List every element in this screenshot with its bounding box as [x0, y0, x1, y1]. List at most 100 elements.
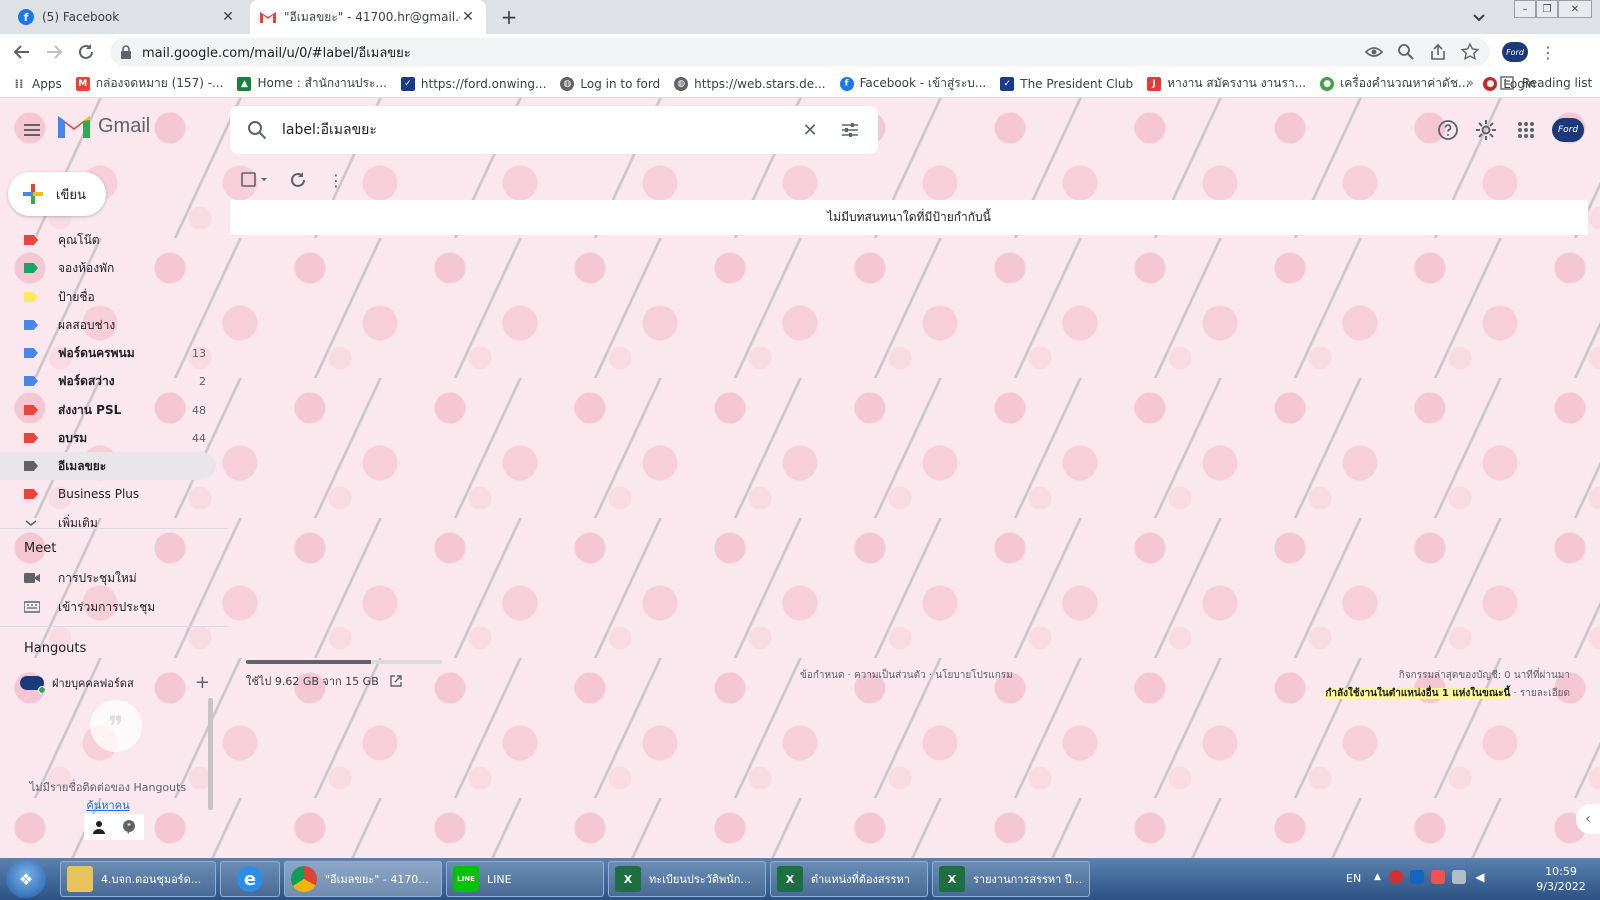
bookmark-item[interactable]: ⁞⁞ Apps: [12, 77, 61, 91]
tab-gmail[interactable]: "อีเมลขยะ" - 41700.hr@gmail.com ✕: [250, 0, 486, 34]
clear-search-icon[interactable]: ✕: [798, 118, 822, 142]
bookmark-star-icon[interactable]: [1460, 42, 1480, 62]
search-options-icon[interactable]: [838, 118, 862, 142]
zoom-icon[interactable]: [1396, 42, 1416, 62]
lock-icon[interactable]: [120, 45, 132, 59]
hangouts-chat-icon[interactable]: ❞: [122, 820, 136, 834]
network-tray-icon[interactable]: [1451, 870, 1466, 884]
forward-arrow-icon[interactable]: [44, 42, 64, 62]
close-window-icon[interactable]: ✕: [1558, 0, 1592, 18]
unread-count: 2: [199, 374, 206, 388]
facebook-icon: f: [839, 76, 854, 91]
bookmark-item[interactable]: ◍ Log in to ford: [560, 76, 660, 91]
hangouts-scrollbar[interactable]: [208, 698, 213, 810]
sidebar-more-button[interactable]: เพิ่มเติม: [0, 509, 216, 537]
sidebar-label-item[interactable]: จองห้องพัก: [0, 254, 216, 282]
new-meeting-button[interactable]: การประชุมใหม่: [0, 564, 216, 592]
gmail-logo[interactable]: Gmail: [58, 114, 150, 138]
compose-button[interactable]: เขียน: [8, 172, 106, 216]
person-icon[interactable]: [92, 820, 106, 834]
profile-avatar[interactable]: Ford: [1502, 42, 1528, 62]
minimize-window-icon[interactable]: –: [1514, 0, 1536, 18]
add-contact-icon[interactable]: +: [195, 672, 210, 693]
bookmark-item[interactable]: M กล่องจดหมาย (157) -...: [75, 74, 223, 93]
help-icon[interactable]: [1436, 118, 1460, 142]
reload-icon[interactable]: [76, 42, 96, 62]
sidebar-label-item[interactable]: คุณโน๊ต: [0, 226, 216, 254]
search-input[interactable]: label:อีเมลขยะ: [282, 119, 798, 141]
bookmark-item[interactable]: ✓ https://ford.onwing...: [400, 76, 546, 91]
back-arrow-icon[interactable]: [12, 42, 32, 62]
bookmark-item[interactable]: ▲ Home : สำนักงานประ...: [237, 74, 387, 93]
excel-icon: X: [777, 866, 803, 892]
volume-icon[interactable]: ◀: [1473, 870, 1487, 884]
settings-gear-icon[interactable]: [1474, 118, 1498, 142]
footer-policy-links[interactable]: ข้อกำหนด · ความเป็นส่วนตัว · นโยบายโปรแก…: [800, 668, 1013, 683]
show-hidden-icons-icon[interactable]: ▲: [1374, 872, 1381, 882]
details-link[interactable]: · รายละเอียด: [1510, 688, 1571, 699]
join-meeting-button[interactable]: เข้าร่วมการประชุม: [0, 593, 216, 621]
bookmark-item[interactable]: ✓ The President Club: [1000, 76, 1133, 91]
hangouts-bottom-bar: ❞: [84, 814, 144, 840]
main-menu-icon[interactable]: [20, 118, 44, 142]
login-site-icon: ●: [1483, 76, 1498, 91]
external-link-icon[interactable]: [389, 674, 403, 688]
mail-search-bar[interactable]: label:อีเมลขยะ ✕: [230, 106, 878, 154]
antivirus-tray-icon[interactable]: [1388, 870, 1403, 884]
windows-taskbar: ❖ 4.บจก.ดอนชุมอร์ด... e "อีเมลขยะ" - 417…: [0, 858, 1600, 900]
taskbar-item-chrome[interactable]: "อีเมลขยะ" - 4170...: [284, 861, 442, 897]
start-button[interactable]: ❖: [6, 860, 46, 898]
browser-toolbar: mail.google.com/mail/u/0/#label/อีเมลขยะ…: [0, 34, 1600, 70]
storage-usage-text: ใช้ไป 9.62 GB จาก 15 GB: [246, 675, 379, 688]
sidebar-label-item[interactable]: ฟอร์ดนครพนม 13: [0, 339, 216, 367]
storage-meter: ใช้ไป 9.62 GB จาก 15 GB: [246, 660, 442, 690]
taskbar-item-excel[interactable]: X ตำแหน่งที่ต้องสรรหา: [770, 861, 928, 897]
tab-facebook[interactable]: f (5) Facebook ✕: [8, 0, 246, 34]
excel-icon: X: [939, 866, 965, 892]
bookmark-item[interactable]: ● เครื่องคำนวณหาค่าดัช...: [1320, 74, 1469, 93]
find-people-link[interactable]: ค้นหาคน: [0, 796, 216, 814]
more-bookmarks-button[interactable]: »: [1466, 76, 1474, 91]
sidebar-label-item[interactable]: Business Plus: [0, 480, 216, 508]
select-all-checkbox-icon[interactable]: [240, 170, 270, 190]
side-panel-toggle-icon[interactable]: ‹: [1576, 804, 1600, 834]
hangouts-contact[interactable]: ฝ่ายบุคคลฟอร์ดส +: [20, 672, 210, 694]
label-tag-icon: [24, 263, 38, 273]
share-icon[interactable]: [1428, 42, 1448, 62]
taskbar-clock[interactable]: 10:59 9/3/2022: [1526, 864, 1596, 894]
sidebar-label-item-selected[interactable]: อีเมลขยะ: [0, 452, 216, 480]
close-tab-icon[interactable]: ✕: [460, 9, 476, 25]
restore-window-icon[interactable]: ❐: [1536, 0, 1558, 18]
sidebar-label-item[interactable]: อบรม 44: [0, 424, 216, 452]
address-bar[interactable]: mail.google.com/mail/u/0/#label/อีเมลขยะ: [110, 38, 1490, 66]
sidebar-label-item[interactable]: ส่งงาน PSL 48: [0, 396, 216, 424]
bookmark-item[interactable]: ◍ https://web.stars.de...: [674, 76, 826, 91]
eye-tracking-icon[interactable]: [1364, 42, 1384, 62]
browser-menu-icon[interactable]: ⋮: [1538, 42, 1558, 62]
bookmark-item[interactable]: f Facebook - เข้าสู่ระบ...: [839, 74, 986, 93]
taskbar-item-excel[interactable]: X ทะเบียนประวัติพนัก...: [608, 861, 766, 897]
label-tag-icon: [24, 376, 38, 386]
sidebar-label-item[interactable]: ฟอร์ดสว่าง 2: [0, 367, 216, 395]
sidebar-label-item[interactable]: ป้ายชื่อ: [0, 283, 216, 311]
refresh-icon[interactable]: [288, 170, 308, 190]
sidebar-divider: [0, 626, 228, 627]
bookmark-item[interactable]: J หางาน สมัครงาน งานรา...: [1147, 74, 1306, 93]
more-options-icon[interactable]: ⋮: [326, 170, 346, 190]
new-tab-button[interactable]: +: [498, 5, 520, 29]
taskbar-item-excel[interactable]: X รายงานการสรรหา ปี...: [932, 861, 1090, 897]
input-language-indicator[interactable]: EN: [1346, 872, 1361, 885]
reading-list-button[interactable]: Reading list: [1500, 76, 1592, 90]
action-center-flag-icon[interactable]: [1430, 870, 1445, 884]
taskbar-item-folder[interactable]: 4.บจก.ดอนชุมอร์ด...: [60, 861, 216, 897]
account-avatar[interactable]: Ford: [1552, 118, 1584, 142]
taskbar-item-ie[interactable]: e: [220, 861, 280, 897]
google-apps-icon[interactable]: [1514, 118, 1538, 142]
search-icon[interactable]: [246, 119, 268, 141]
tab-search-icon[interactable]: [1470, 8, 1488, 26]
clock-date: 9/3/2022: [1536, 880, 1586, 893]
taskbar-item-line[interactable]: LINE LINE: [446, 861, 604, 897]
sidebar-label-item[interactable]: ผลสอบช่าง: [0, 311, 216, 339]
security-tray-icon[interactable]: [1409, 870, 1424, 884]
close-tab-icon[interactable]: ✕: [220, 9, 236, 25]
